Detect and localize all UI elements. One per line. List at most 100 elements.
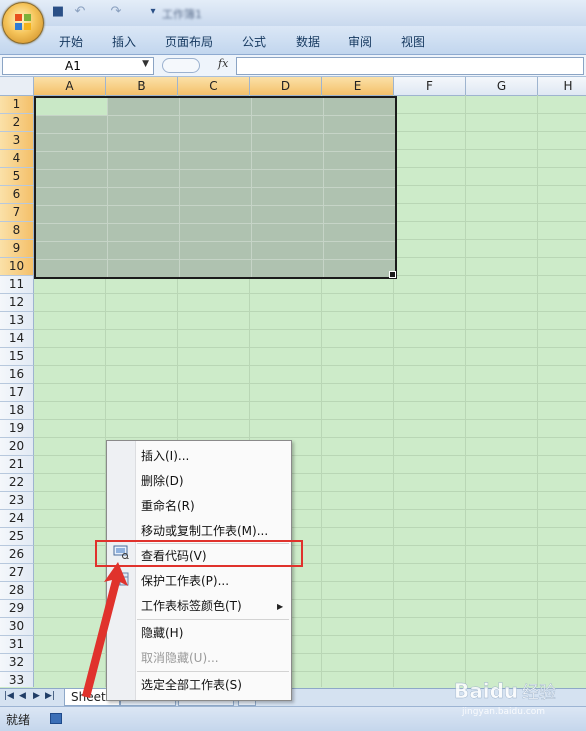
row-header[interactable]: 20 bbox=[0, 438, 34, 456]
grid-line bbox=[36, 187, 395, 188]
macro-record-icon[interactable] bbox=[50, 713, 62, 724]
first-sheet-icon[interactable]: |◀ bbox=[4, 691, 14, 701]
redo-icon[interactable]: ↷ bbox=[108, 4, 124, 20]
menu-item-protect-sheet[interactable]: 保护工作表(P)... bbox=[141, 571, 229, 591]
grid-line bbox=[36, 151, 395, 152]
row-header[interactable]: 18 bbox=[0, 402, 34, 420]
column-header[interactable]: F bbox=[394, 77, 466, 96]
row-header[interactable]: 27 bbox=[0, 564, 34, 582]
tab-formulas[interactable]: 公式 bbox=[242, 33, 266, 50]
tab-insert[interactable]: 插入 bbox=[112, 33, 136, 50]
menu-item-move-copy[interactable]: 移动或复制工作表(M)... bbox=[141, 521, 268, 541]
grid-line bbox=[36, 259, 395, 260]
tab-review[interactable]: 审阅 bbox=[348, 33, 372, 50]
row-header[interactable]: 32 bbox=[0, 654, 34, 672]
row-header[interactable]: 23 bbox=[0, 492, 34, 510]
row-header[interactable]: 13 bbox=[0, 312, 34, 330]
row-header[interactable]: 7 bbox=[0, 204, 34, 222]
menu-item-insert[interactable]: 插入(I)... bbox=[141, 446, 189, 466]
column-header[interactable]: D bbox=[250, 77, 322, 96]
row-header[interactable]: 31 bbox=[0, 636, 34, 654]
undo-icon[interactable]: ↶ bbox=[72, 4, 88, 20]
grid-line bbox=[34, 347, 586, 348]
grid-line bbox=[36, 133, 395, 134]
row-header[interactable]: 4 bbox=[0, 150, 34, 168]
name-box[interactable]: A1 ▼ bbox=[2, 57, 154, 75]
row-header[interactable]: 3 bbox=[0, 132, 34, 150]
row-header[interactable]: 12 bbox=[0, 294, 34, 312]
row-header[interactable]: 8 bbox=[0, 222, 34, 240]
tab-home[interactable]: 开始 bbox=[59, 33, 83, 50]
row-header[interactable]: 22 bbox=[0, 474, 34, 492]
column-header[interactable]: E bbox=[322, 77, 394, 96]
column-header[interactable]: A bbox=[34, 77, 106, 96]
ribbon-tab-bar: 开始 插入 页面布局 公式 数据 审阅 视图 bbox=[0, 26, 586, 55]
row-header[interactable]: 24 bbox=[0, 510, 34, 528]
customize-quick-access-icon[interactable]: ▾ bbox=[145, 4, 161, 20]
grid-line bbox=[36, 115, 395, 116]
column-header[interactable]: C bbox=[178, 77, 250, 96]
last-sheet-icon[interactable]: ▶| bbox=[45, 691, 55, 701]
status-text: 就绪 bbox=[6, 713, 31, 727]
title-bar: ■ ↶ ↷ ▾ 工作簿1 bbox=[0, 0, 586, 27]
active-cell[interactable] bbox=[36, 98, 107, 115]
red-arrow-icon bbox=[82, 562, 128, 698]
tab-view[interactable]: 视图 bbox=[401, 33, 425, 50]
row-header[interactable]: 33 bbox=[0, 672, 34, 687]
menu-item-rename[interactable]: 重命名(R) bbox=[141, 496, 195, 516]
menu-item-select-all-sheets[interactable]: 选定全部工作表(S) bbox=[141, 675, 242, 695]
menu-item-tab-color[interactable]: 工作表标签颜色(T) bbox=[141, 596, 242, 616]
grid-line bbox=[36, 241, 395, 242]
menu-item-unhide: 取消隐藏(U)... bbox=[141, 651, 219, 665]
next-sheet-icon[interactable]: ▶ bbox=[33, 691, 40, 701]
grid-line bbox=[34, 419, 586, 420]
row-header[interactable]: 28 bbox=[0, 582, 34, 600]
grid-line bbox=[36, 205, 395, 206]
row-header[interactable]: 2 bbox=[0, 114, 34, 132]
formula-oval-handle[interactable] bbox=[162, 58, 200, 73]
column-header[interactable]: H bbox=[538, 77, 586, 96]
row-header[interactable]: 14 bbox=[0, 330, 34, 348]
selected-range[interactable] bbox=[34, 96, 397, 279]
column-header[interactable]: G bbox=[466, 77, 538, 96]
row-header[interactable]: 29 bbox=[0, 600, 34, 618]
document-title: 工作簿1 bbox=[162, 8, 202, 21]
prev-sheet-icon[interactable]: ◀ bbox=[19, 691, 26, 701]
watermark-url: jingyan.baidu.com bbox=[461, 707, 545, 717]
row-header[interactable]: 1 bbox=[0, 96, 34, 114]
save-icon[interactable]: ■ bbox=[50, 4, 66, 20]
tab-page-layout[interactable]: 页面布局 bbox=[165, 33, 213, 50]
grid-line bbox=[36, 169, 395, 170]
grid-line bbox=[537, 95, 538, 687]
row-header[interactable]: 30 bbox=[0, 618, 34, 636]
fill-handle[interactable] bbox=[389, 271, 396, 278]
menu-item-delete[interactable]: 删除(D) bbox=[141, 471, 184, 491]
row-header[interactable]: 16 bbox=[0, 366, 34, 384]
sheet-tab-context-menu: 插入(I)... 删除(D) 重命名(R) 移动或复制工作表(M)... 查看代… bbox=[106, 440, 292, 701]
row-header[interactable]: 19 bbox=[0, 420, 34, 438]
watermark-brand-cn: 经验 bbox=[522, 683, 556, 703]
formula-input[interactable] bbox=[236, 57, 584, 75]
row-header[interactable]: 15 bbox=[0, 348, 34, 366]
row-header[interactable]: 10 bbox=[0, 258, 34, 276]
row-header[interactable]: 5 bbox=[0, 168, 34, 186]
menu-item-hide[interactable]: 隐藏(H) bbox=[141, 623, 183, 643]
column-header[interactable]: B bbox=[106, 77, 178, 96]
insert-function-button[interactable]: fx bbox=[218, 57, 228, 70]
menu-separator bbox=[137, 619, 289, 620]
office-logo-icon bbox=[15, 14, 31, 30]
row-header[interactable]: 11 bbox=[0, 276, 34, 294]
tab-data[interactable]: 数据 bbox=[296, 33, 320, 50]
row-header[interactable]: 21 bbox=[0, 456, 34, 474]
chevron-down-icon[interactable]: ▼ bbox=[142, 59, 149, 69]
row-header[interactable]: 9 bbox=[0, 240, 34, 258]
row-header[interactable]: 6 bbox=[0, 186, 34, 204]
office-button[interactable] bbox=[2, 2, 44, 44]
formula-bar: A1 ▼ fx bbox=[0, 55, 586, 77]
row-header[interactable]: 25 bbox=[0, 528, 34, 546]
row-header[interactable]: 26 bbox=[0, 546, 34, 564]
row-header[interactable]: 17 bbox=[0, 384, 34, 402]
select-all-corner[interactable] bbox=[0, 77, 34, 96]
baidu-jingyan-watermark: Baidu 经验 jingyan.baidu.com bbox=[454, 679, 556, 717]
grid-line bbox=[34, 293, 586, 294]
